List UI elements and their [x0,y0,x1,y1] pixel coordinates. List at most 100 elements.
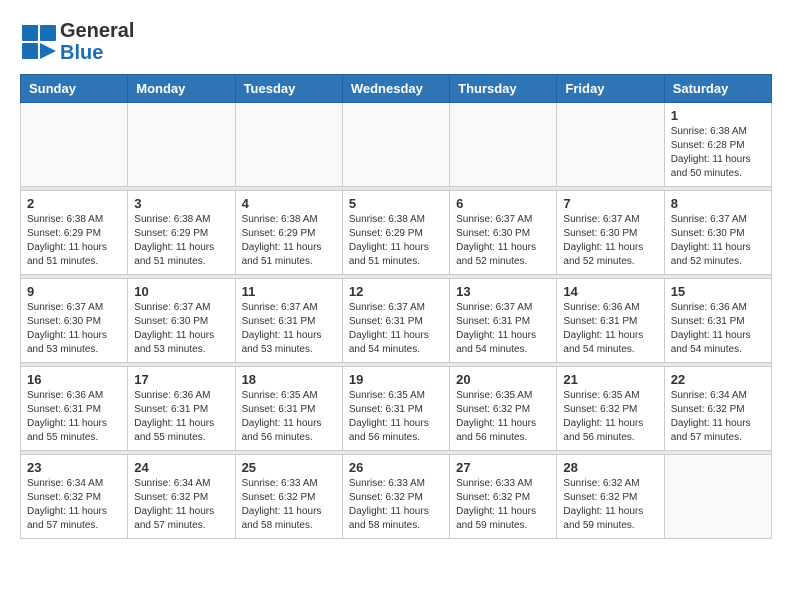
day-number: 25 [242,460,336,475]
calendar-week-2: 9 Sunrise: 6:37 AMSunset: 6:30 PMDaylight… [21,279,772,363]
calendar-cell: 24 Sunrise: 6:34 AMSunset: 6:32 PMDayligh… [128,455,235,539]
day-number: 13 [456,284,550,299]
calendar-cell: 9 Sunrise: 6:37 AMSunset: 6:30 PMDaylight… [21,279,128,363]
day-info: Sunrise: 6:37 AMSunset: 6:31 PMDaylight:… [349,301,443,357]
day-number: 19 [349,372,443,387]
calendar-cell: 27 Sunrise: 6:33 AMSunset: 6:32 PMDayligh… [450,455,557,539]
day-info: Sunrise: 6:36 AMSunset: 6:31 PMDaylight:… [134,389,228,445]
calendar-cell [450,103,557,187]
calendar-cell: 2 Sunrise: 6:38 AMSunset: 6:29 PMDaylight… [21,191,128,275]
calendar-cell [235,103,342,187]
day-info: Sunrise: 6:36 AMSunset: 6:31 PMDaylight:… [27,389,121,445]
calendar-table: SundayMondayTuesdayWednesdayThursdayFrid… [20,74,772,539]
day-number: 23 [27,460,121,475]
day-info: Sunrise: 6:33 AMSunset: 6:32 PMDaylight:… [349,477,443,533]
day-info: Sunrise: 6:34 AMSunset: 6:32 PMDaylight:… [27,477,121,533]
day-info: Sunrise: 6:35 AMSunset: 6:32 PMDaylight:… [456,389,550,445]
day-info: Sunrise: 6:37 AMSunset: 6:30 PMDaylight:… [563,213,657,269]
calendar-body: 1Sunrise: 6:38 AMSunset: 6:28 PMDaylight… [21,103,772,539]
calendar-cell: 11Sunrise: 6:37 AMSunset: 6:31 PMDayligh… [235,279,342,363]
calendar-cell: 7 Sunrise: 6:37 AMSunset: 6:30 PMDaylight… [557,191,664,275]
calendar-header-row: SundayMondayTuesdayWednesdayThursdayFrid… [21,75,772,103]
calendar-cell: 15Sunrise: 6:36 AMSunset: 6:31 PMDayligh… [664,279,771,363]
logo-blue: Blue [60,42,134,64]
calendar-week-0: 1Sunrise: 6:38 AMSunset: 6:28 PMDaylight… [21,103,772,187]
calendar-cell: 5 Sunrise: 6:38 AMSunset: 6:29 PMDaylight… [342,191,449,275]
day-info: Sunrise: 6:34 AMSunset: 6:32 PMDaylight:… [134,477,228,533]
day-number: 8 [671,196,765,211]
day-number: 9 [27,284,121,299]
day-info: Sunrise: 6:38 AMSunset: 6:29 PMDaylight:… [134,213,228,269]
calendar-cell [557,103,664,187]
calendar-cell: 22Sunrise: 6:34 AMSunset: 6:32 PMDayligh… [664,367,771,451]
calendar-cell: 17 Sunrise: 6:36 AMSunset: 6:31 PMDayligh… [128,367,235,451]
calendar-cell: 18Sunrise: 6:35 AMSunset: 6:31 PMDayligh… [235,367,342,451]
calendar-cell [342,103,449,187]
day-number: 6 [456,196,550,211]
day-info: Sunrise: 6:37 AMSunset: 6:30 PMDaylight:… [27,301,121,357]
day-number: 16 [27,372,121,387]
day-info: Sunrise: 6:36 AMSunset: 6:31 PMDaylight:… [563,301,657,357]
calendar-cell: 20 Sunrise: 6:35 AMSunset: 6:32 PMDayligh… [450,367,557,451]
day-info: Sunrise: 6:38 AMSunset: 6:29 PMDaylight:… [349,213,443,269]
logo-general: General [60,20,134,42]
calendar-cell: 14 Sunrise: 6:36 AMSunset: 6:31 PMDayligh… [557,279,664,363]
calendar-week-3: 16 Sunrise: 6:36 AMSunset: 6:31 PMDayligh… [21,367,772,451]
day-info: Sunrise: 6:38 AMSunset: 6:29 PMDaylight:… [242,213,336,269]
calendar-cell: 23 Sunrise: 6:34 AMSunset: 6:32 PMDayligh… [21,455,128,539]
day-number: 5 [349,196,443,211]
calendar-cell: 16 Sunrise: 6:36 AMSunset: 6:31 PMDayligh… [21,367,128,451]
calendar-cell [128,103,235,187]
calendar-cell: 12 Sunrise: 6:37 AMSunset: 6:31 PMDayligh… [342,279,449,363]
day-number: 7 [563,196,657,211]
day-number: 14 [563,284,657,299]
day-info: Sunrise: 6:37 AMSunset: 6:31 PMDaylight:… [456,301,550,357]
calendar-cell: 13 Sunrise: 6:37 AMSunset: 6:31 PMDayligh… [450,279,557,363]
calendar-cell: 26 Sunrise: 6:33 AMSunset: 6:32 PMDayligh… [342,455,449,539]
day-info: Sunrise: 6:38 AMSunset: 6:29 PMDaylight:… [27,213,121,269]
header-thursday: Thursday [450,75,557,103]
day-info: Sunrise: 6:37 AMSunset: 6:30 PMDaylight:… [134,301,228,357]
day-number: 15 [671,284,765,299]
header-sunday: Sunday [21,75,128,103]
day-number: 17 [134,372,228,387]
day-info: Sunrise: 6:33 AMSunset: 6:32 PMDaylight:… [456,477,550,533]
header-tuesday: Tuesday [235,75,342,103]
day-info: Sunrise: 6:33 AMSunset: 6:32 PMDaylight:… [242,477,336,533]
header-saturday: Saturday [664,75,771,103]
calendar-cell [664,455,771,539]
day-number: 10 [134,284,228,299]
calendar-week-4: 23 Sunrise: 6:34 AMSunset: 6:32 PMDayligh… [21,455,772,539]
day-number: 24 [134,460,228,475]
day-info: Sunrise: 6:32 AMSunset: 6:32 PMDaylight:… [563,477,657,533]
calendar-week-1: 2 Sunrise: 6:38 AMSunset: 6:29 PMDaylight… [21,191,772,275]
calendar-cell: 6 Sunrise: 6:37 AMSunset: 6:30 PMDaylight… [450,191,557,275]
calendar-cell: 19 Sunrise: 6:35 AMSunset: 6:31 PMDayligh… [342,367,449,451]
calendar-cell: 28Sunrise: 6:32 AMSunset: 6:32 PMDayligh… [557,455,664,539]
header-monday: Monday [128,75,235,103]
calendar-cell: 8 Sunrise: 6:37 AMSunset: 6:30 PMDaylight… [664,191,771,275]
day-number: 26 [349,460,443,475]
header-wednesday: Wednesday [342,75,449,103]
logo: General Blue [20,20,134,64]
day-number: 2 [27,196,121,211]
day-number: 27 [456,460,550,475]
day-number: 20 [456,372,550,387]
day-number: 18 [242,372,336,387]
calendar-cell [21,103,128,187]
day-number: 1 [671,108,765,123]
day-info: Sunrise: 6:35 AMSunset: 6:31 PMDaylight:… [349,389,443,445]
day-number: 22 [671,372,765,387]
day-info: Sunrise: 6:37 AMSunset: 6:30 PMDaylight:… [671,213,765,269]
day-info: Sunrise: 6:37 AMSunset: 6:30 PMDaylight:… [456,213,550,269]
logo-icon [20,23,58,61]
page-header: General Blue [20,20,772,64]
calendar-cell: 4Sunrise: 6:38 AMSunset: 6:29 PMDaylight… [235,191,342,275]
day-number: 3 [134,196,228,211]
day-number: 12 [349,284,443,299]
calendar-cell: 3 Sunrise: 6:38 AMSunset: 6:29 PMDaylight… [128,191,235,275]
header-friday: Friday [557,75,664,103]
day-number: 21 [563,372,657,387]
calendar-cell: 21Sunrise: 6:35 AMSunset: 6:32 PMDayligh… [557,367,664,451]
calendar-cell: 10 Sunrise: 6:37 AMSunset: 6:30 PMDayligh… [128,279,235,363]
